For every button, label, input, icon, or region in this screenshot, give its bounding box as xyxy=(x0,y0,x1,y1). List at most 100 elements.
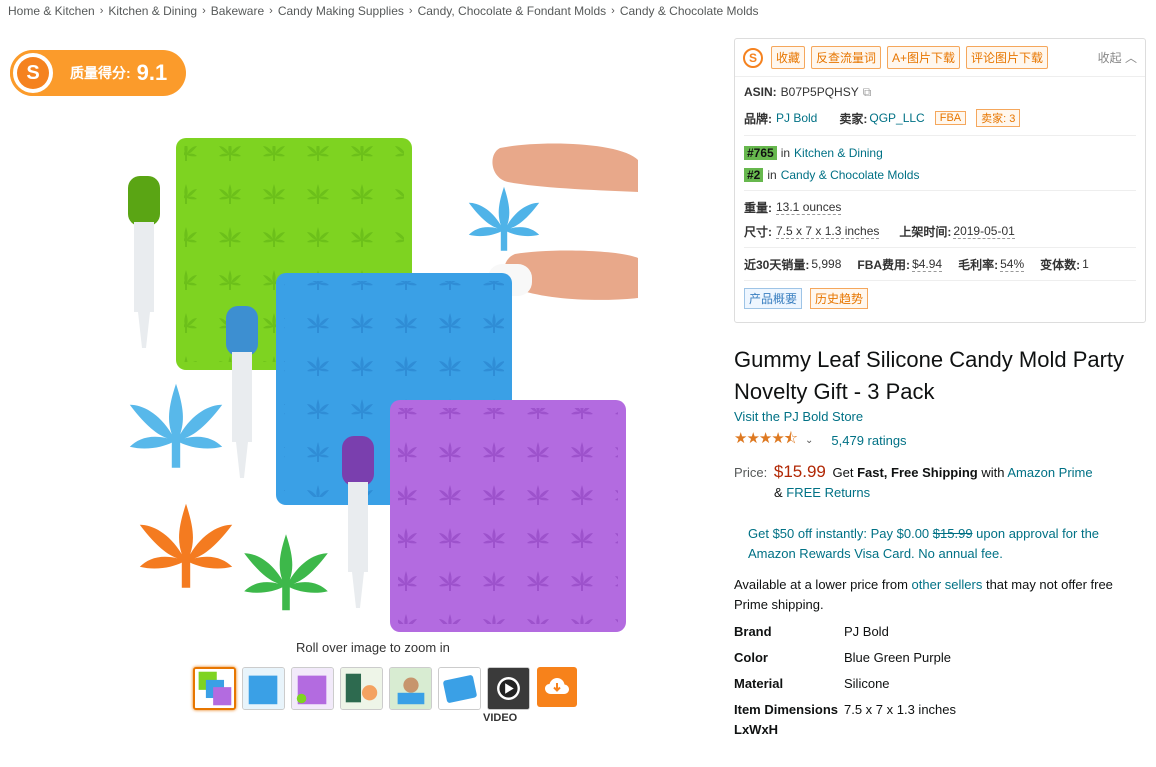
asin-label: ASIN: xyxy=(744,85,777,99)
plugin-header: S 收藏 反查流量词 A+图片下载 评论图片下载 收起 ︿ xyxy=(735,39,1145,77)
product-specs-table: Brand PJ Bold Color Blue Green Purple Ma… xyxy=(734,622,956,746)
divider xyxy=(744,135,1136,136)
reverse-keyword-button[interactable]: 反查流量词 xyxy=(811,46,882,69)
promo-strike-price: $15.99 xyxy=(932,526,973,541)
breadcrumb-separator: › xyxy=(408,5,413,17)
collapse-button[interactable]: 收起 ︿ xyxy=(1098,49,1137,66)
breadcrumb-separator: › xyxy=(269,5,273,17)
rank-badge-2: #2 xyxy=(744,168,764,182)
thumbnail-2[interactable] xyxy=(242,667,285,710)
download-images-button[interactable] xyxy=(537,667,577,707)
rating-row: ★★★★⯪ ⌄ 5,479 ratings xyxy=(734,428,907,453)
thumbnail-strip xyxy=(193,667,577,710)
spec-value: Silicone xyxy=(844,676,890,691)
breadcrumb-home-kitchen[interactable]: Home & Kitchen xyxy=(8,4,95,18)
lower-pre: Available at a lower price from xyxy=(734,577,908,592)
thumbnail-4[interactable] xyxy=(340,667,383,710)
score-label: 质量得分: xyxy=(70,65,131,81)
rank-category-2[interactable]: Candy & Chocolate Molds xyxy=(781,168,920,182)
free-returns-link[interactable]: FREE Returns xyxy=(786,485,870,500)
cloud-download-icon xyxy=(545,678,569,694)
breadcrumb-candy-making[interactable]: Candy Making Supplies xyxy=(278,4,404,18)
star-rating-icon[interactable]: ★★★★⯪ xyxy=(734,428,798,453)
sellers-count-tag[interactable]: 卖家: 3 xyxy=(976,109,1021,127)
brand-link[interactable]: PJ Bold xyxy=(776,111,817,125)
breadcrumb-kitchen-dining[interactable]: Kitchen & Dining xyxy=(108,4,197,18)
thumbnail-1[interactable] xyxy=(193,667,236,710)
shipping-with: with xyxy=(981,465,1005,480)
other-sellers-link[interactable]: other sellers xyxy=(912,577,983,592)
shipping-bold: Fast, Free Shipping xyxy=(857,465,978,480)
video-thumbnail[interactable] xyxy=(487,667,530,710)
history-trend-tab[interactable]: 历史趋势 xyxy=(810,287,869,309)
store-link[interactable]: Visit the PJ Bold Store xyxy=(734,409,863,424)
rank-badge-1: #765 xyxy=(744,146,777,160)
breadcrumb-separator: › xyxy=(611,5,615,17)
prime-link[interactable]: Amazon Prime xyxy=(1007,465,1092,480)
lower-price-note: Available at a lower price from other se… xyxy=(734,575,1144,615)
spec-key: Brand xyxy=(734,624,772,639)
plugin-logo-icon: S xyxy=(10,50,56,96)
breadcrumb: Home & Kitchen › Kitchen & Dining › Bake… xyxy=(8,4,759,18)
product-image-svg xyxy=(128,138,638,632)
review-image-download-button[interactable]: 评论图片下载 xyxy=(966,46,1049,69)
breadcrumb-separator: › xyxy=(202,5,206,17)
spec-row: Brand PJ Bold xyxy=(734,622,956,642)
collapse-label: 收起 xyxy=(1097,51,1122,65)
zoom-hint: Roll over image to zoom in xyxy=(296,640,450,655)
credit-card-promo[interactable]: Get $50 off instantly: Pay $0.00 $15.99 … xyxy=(748,524,1138,564)
seller-plugin-panel: S 收藏 反查流量词 A+图片下载 评论图片下载 收起 ︿ ASIN: B07P… xyxy=(734,38,1146,323)
breadcrumb-candy-chocolate-molds[interactable]: Candy & Chocolate Molds xyxy=(620,4,759,18)
sales-30d-value: 5,998 xyxy=(811,257,842,271)
margin-value: 54% xyxy=(1000,256,1025,272)
fba-tag: FBA xyxy=(934,111,967,125)
main-product-image[interactable] xyxy=(120,130,650,640)
breadcrumb-bakeware[interactable]: Bakeware xyxy=(211,4,264,18)
size-value: 7.5 x 7 x 1.3 inches xyxy=(776,223,880,239)
rank-category-1[interactable]: Kitchen & Dining xyxy=(794,146,883,160)
spec-key: Material xyxy=(734,676,784,691)
logo-letter: S xyxy=(17,57,49,89)
spec-value: 7.5 x 7 x 1.3 inches xyxy=(844,702,957,717)
product-title: Gummy Leaf Silicone Candy Mold Party Nov… xyxy=(734,347,1125,404)
favorite-button[interactable]: 收藏 xyxy=(771,46,806,69)
seller-link[interactable]: QGP_LLC xyxy=(869,111,924,125)
rank-in-1: in xyxy=(780,146,791,160)
breadcrumb-separator: › xyxy=(99,5,104,17)
variants-value: 1 xyxy=(1082,257,1089,271)
listed-date-value: 2019-05-01 xyxy=(953,223,1015,239)
video-label: VIDEO xyxy=(483,712,518,724)
fba-fee-value: $4.94 xyxy=(912,256,943,272)
thumbnail-5[interactable] xyxy=(389,667,432,710)
price-label: Price: xyxy=(734,465,768,480)
aplus-image-download-button[interactable]: A+图片下载 xyxy=(887,46,961,69)
rank-in-2: in xyxy=(767,168,777,182)
spec-row: Item Dimensions LxWxH 7.5 x 7 x 1.3 inch… xyxy=(734,700,956,740)
product-overview-tab[interactable]: 产品概要 xyxy=(744,287,803,309)
spec-value: PJ Bold xyxy=(844,624,889,639)
listed-date-label: 上架时间: xyxy=(899,224,952,239)
ratings-count-link[interactable]: 5,479 ratings xyxy=(831,433,906,448)
margin-label: 毛利率: xyxy=(958,257,999,272)
seller-label: 卖家: xyxy=(839,111,868,126)
spec-row: Material Silicone xyxy=(734,674,956,694)
fba-fee-label: FBA费用: xyxy=(857,257,911,272)
variants-label: 变体数: xyxy=(1040,257,1081,272)
spec-key: Item Dimensions LxWxH xyxy=(734,702,839,737)
thumbnail-3[interactable] xyxy=(291,667,334,710)
breadcrumb-molds[interactable]: Candy, Chocolate & Fondant Molds xyxy=(418,4,607,18)
price-value: $15.99 xyxy=(773,462,826,481)
divider xyxy=(744,247,1136,248)
thumbnail-6[interactable] xyxy=(438,667,481,710)
spec-value: Blue Green Purple xyxy=(844,650,951,665)
size-label: 尺寸: xyxy=(744,224,772,239)
sales-30d-label: 近30天销量: xyxy=(744,257,810,272)
quality-score-badge[interactable]: S 质量得分: 9.1 xyxy=(10,50,186,96)
chevron-down-icon[interactable]: ⌄ xyxy=(805,435,813,446)
divider xyxy=(744,190,1136,191)
weight-value: 13.1 ounces xyxy=(776,199,842,215)
copy-icon[interactable]: ⧉ xyxy=(863,85,872,100)
spec-key: Color xyxy=(734,650,768,665)
dropper-green xyxy=(128,176,160,348)
asin-value: B07P5PQHSY xyxy=(780,85,859,99)
